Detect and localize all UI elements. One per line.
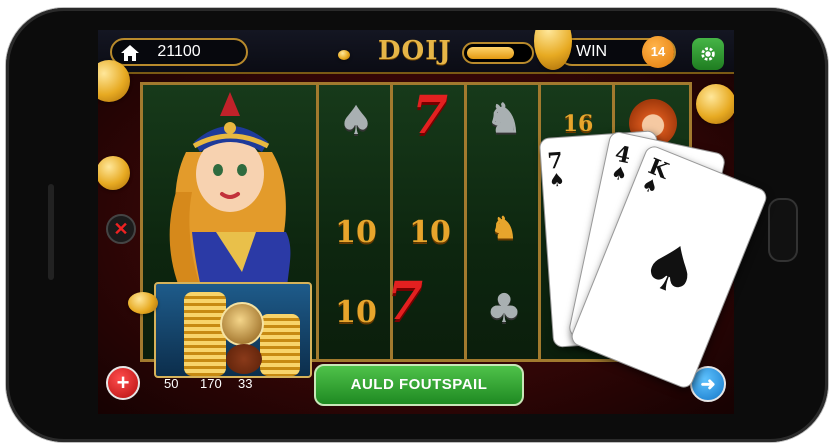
- level-progress-fill: [467, 47, 514, 59]
- level-badge: 14: [642, 36, 674, 68]
- coin-decoration: [98, 156, 130, 190]
- arrow-right-icon: ➜: [700, 373, 716, 394]
- bonus-coin-stack: [184, 292, 226, 376]
- game-logo: DOIJ: [378, 36, 452, 66]
- bonus-snail: [226, 344, 262, 374]
- card-suit: ♠: [548, 169, 566, 192]
- coin-decoration: [338, 50, 350, 60]
- stat-1: 50: [164, 376, 179, 391]
- reel-1-symbol-2: 10: [335, 215, 377, 250]
- bonus-stats: 50 170 33: [162, 376, 302, 394]
- card-suit: ♠: [609, 162, 630, 187]
- card-suit: ♠: [638, 173, 662, 200]
- close-button[interactable]: ✕: [106, 214, 136, 244]
- bonus-coin-stack-2: [260, 314, 300, 376]
- bonus-emblem: [220, 302, 264, 346]
- bonus-panel[interactable]: [154, 282, 312, 378]
- spin-button[interactable]: AULD FOUTSPAIL: [314, 364, 524, 406]
- coin-decoration: [128, 292, 158, 314]
- coin-decoration: [696, 84, 734, 124]
- win-label: WIN: [576, 43, 608, 60]
- card-center-spade: ♠: [630, 223, 712, 315]
- reel-3: ♞ ♞ ♣: [467, 85, 541, 359]
- add-bet-button[interactable]: +: [106, 366, 140, 400]
- gear-icon: [701, 47, 715, 61]
- balance-value: 21100: [157, 43, 201, 60]
- reel-2-symbol-1: 7: [411, 85, 449, 146]
- reel-2-symbol-3: 7: [386, 271, 424, 332]
- close-icon: ✕: [113, 218, 129, 239]
- reel-3-symbol-2: ♞: [490, 211, 518, 246]
- home-hardware-button[interactable]: [768, 198, 798, 262]
- reel-3-symbol-1: ♞: [486, 95, 522, 142]
- stat-3: 33: [238, 376, 253, 391]
- reel-2-symbol-2: 10: [409, 215, 451, 250]
- character-illustration: [169, 92, 291, 308]
- reel-1-symbol-1: ♠: [338, 97, 374, 144]
- plus-icon: +: [116, 370, 130, 395]
- reel-2: 7 10 7: [387, 85, 467, 359]
- balance-pill: 21100: [110, 38, 248, 66]
- top-bar: 21100 DOIJ WIN 14: [98, 30, 734, 74]
- stat-2: 170: [200, 376, 222, 391]
- settings-button[interactable]: [692, 38, 724, 70]
- speaker-slot: [48, 184, 54, 280]
- reel-3-symbol-3: ♣: [486, 285, 522, 332]
- level-progress-bar: [462, 42, 534, 64]
